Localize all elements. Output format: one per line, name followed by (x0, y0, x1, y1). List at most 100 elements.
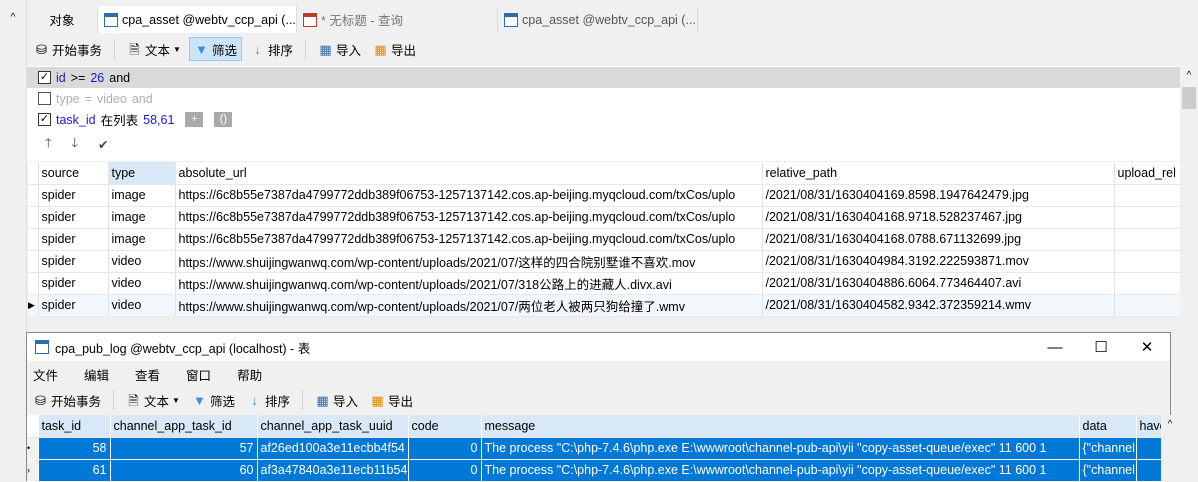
window-titlebar[interactable]: cpa_pub_log @webtv_ccp_api (localhost) -… (27, 333, 1170, 361)
begin-transaction-button[interactable]: ⛁ 开始事务 (29, 388, 105, 412)
tab-untitled-query[interactable]: * 无标题 - 查询 (297, 6, 498, 33)
import-button[interactable]: ▦ 导入 (311, 388, 362, 412)
filter-op[interactable]: = (85, 92, 92, 106)
table-cell[interactable]: 57 (110, 437, 258, 460)
column-header[interactable]: type (108, 162, 176, 185)
table-cell[interactable]: spider (38, 184, 109, 207)
row-indicator[interactable]: • (27, 437, 39, 460)
row-indicator[interactable]: › (27, 459, 39, 482)
maximize-button[interactable]: ☐ (1078, 333, 1124, 361)
table-cell[interactable]: af26ed100a3e11ecbb4f54 (257, 437, 409, 460)
table-cell[interactable]: https://6c8b55e7387da4799772ddb389f06753… (175, 206, 763, 229)
export-button[interactable]: ▦ 导出 (366, 388, 417, 412)
table-cell[interactable]: /2021/08/31/1630404168.0788.671132699.jp… (762, 228, 1115, 251)
table-row[interactable]: • 58 57 af26ed100a3e11ecbb4f54 0 The process … (27, 437, 1162, 460)
table-cell[interactable] (1114, 294, 1181, 317)
filter-field[interactable]: task_id (56, 113, 96, 127)
table-cell[interactable]: image (108, 184, 176, 207)
scroll-thumb[interactable] (1182, 87, 1196, 109)
scroll-up-icon[interactable]: ^ (1161, 419, 1179, 430)
table-cell[interactable]: https://6c8b55e7387da4799772ddb389f06753… (175, 184, 763, 207)
table-cell[interactable] (1114, 228, 1181, 251)
filter-field[interactable]: type (56, 92, 80, 106)
filter-value[interactable]: 26 (90, 71, 104, 85)
column-header[interactable]: absolute_url (175, 162, 763, 185)
table-cell[interactable]: {"channel (1079, 437, 1137, 460)
tab-cpa-asset[interactable]: cpa_asset @webtv_ccp_api (... (98, 6, 297, 33)
row-indicator[interactable] (28, 250, 39, 273)
table-cell[interactable]: 58 (38, 437, 111, 460)
table-cell[interactable]: video (108, 272, 176, 295)
column-header[interactable]: message (481, 415, 1080, 438)
tab-objects[interactable]: 对象 (27, 6, 98, 33)
sort-button[interactable]: ↓ 排序 (243, 388, 294, 412)
filter-value[interactable]: video (97, 92, 127, 106)
table-cell[interactable]: video (108, 250, 176, 273)
table-cell[interactable]: /2021/08/31/1630404984.3192.222593871.mo… (762, 250, 1115, 273)
column-header[interactable]: channel_app_task_id (110, 415, 258, 438)
checkbox-checked[interactable]: ✓ (38, 71, 51, 84)
menu-window[interactable]: 窗口 (186, 365, 211, 384)
filter-op[interactable]: 在列表 (101, 110, 139, 129)
column-header[interactable]: source (38, 162, 109, 185)
column-header[interactable]: upload_rel (1114, 162, 1181, 185)
menu-help[interactable]: 帮助 (237, 365, 262, 384)
export-button[interactable]: ▦ 导出 (369, 37, 420, 61)
table-row[interactable]: spider image https://6c8b55e7387da4799772d… (28, 184, 1181, 207)
close-button[interactable]: ✕ (1124, 333, 1170, 361)
sort-button[interactable]: ↓ 排序 (246, 37, 297, 61)
grid-scrollbar[interactable] (1180, 162, 1198, 322)
table-cell[interactable]: 0 (408, 437, 482, 460)
table-cell[interactable]: 60 (110, 459, 258, 482)
table-cell[interactable]: https://www.shuijingwanwq.com/wp-content… (175, 250, 763, 273)
table-cell[interactable]: {"channel (1079, 459, 1137, 482)
filter-button[interactable]: ▼ 筛选 (188, 37, 242, 61)
table-cell[interactable]: image (108, 228, 176, 251)
table-cell[interactable] (1114, 184, 1181, 207)
row-indicator[interactable] (28, 206, 39, 229)
table-row[interactable]: spider image https://6c8b55e7387da4799772d… (28, 206, 1181, 229)
table-cell[interactable] (1114, 250, 1181, 273)
filter-scrollbar[interactable]: ^ (1180, 66, 1198, 161)
table-row[interactable]: › 61 60 af3a47840a3e11ecb11b54 0 The process … (27, 459, 1162, 482)
table-row[interactable]: spider image https://6c8b55e7387da4799772d… (28, 228, 1181, 251)
table-cell[interactable] (1114, 206, 1181, 229)
table-cell[interactable]: https://www.shuijingwanwq.com/wp-content… (175, 294, 763, 317)
row-indicator[interactable]: ▶ (28, 294, 39, 317)
table-cell[interactable] (1136, 437, 1162, 460)
column-header[interactable]: have (1136, 415, 1162, 438)
add-group-icon[interactable]: () (214, 112, 233, 127)
collapse-icon[interactable]: ^ (0, 12, 26, 23)
menu-view[interactable]: 查看 (135, 365, 160, 384)
move-down-icon[interactable]: 🡓 (72, 134, 79, 155)
text-button[interactable]: 🗎 文本 ▼ (123, 37, 185, 61)
checkbox-checked[interactable]: ✓ (38, 113, 51, 126)
column-header[interactable]: code (408, 415, 482, 438)
filter-field[interactable]: id (56, 71, 66, 85)
tab-cpa-asset-design[interactable]: cpa_asset @webtv_ccp_api (... (498, 6, 698, 33)
column-header[interactable]: relative_path (762, 162, 1115, 185)
table-cell[interactable]: spider (38, 294, 109, 317)
table-cell[interactable]: image (108, 206, 176, 229)
filter-join[interactable]: and (132, 92, 153, 106)
table-cell[interactable]: spider (38, 206, 109, 229)
move-up-icon[interactable]: 🡑 (45, 134, 52, 155)
filter-row-type[interactable]: type = video and (27, 88, 1180, 109)
table-cell[interactable] (1114, 272, 1181, 295)
menu-file[interactable]: 文件 (33, 365, 58, 384)
menu-edit[interactable]: 编辑 (84, 365, 109, 384)
filter-value[interactable]: 58,61 (143, 113, 174, 127)
apply-icon[interactable]: ✔ (98, 137, 108, 152)
column-header[interactable]: channel_app_task_uuid (257, 415, 409, 438)
table-cell[interactable]: The process "C:\php-7.4.6\php.exe E:\www… (481, 437, 1080, 460)
filter-row-task-id[interactable]: ✓ task_id 在列表 58,61 + () (27, 109, 1180, 130)
table-cell[interactable]: https://6c8b55e7387da4799772ddb389f06753… (175, 228, 763, 251)
table-row[interactable]: spider video https://www.shuijingwanwq.com… (28, 272, 1181, 295)
minimize-button[interactable]: — (1032, 333, 1078, 361)
table-cell[interactable]: /2021/08/31/1630404582.9342.372359214.wm… (762, 294, 1115, 317)
table-cell[interactable]: spider (38, 250, 109, 273)
table-cell[interactable]: 0 (408, 459, 482, 482)
filter-op[interactable]: >= (71, 71, 86, 85)
table-cell[interactable]: spider (38, 228, 109, 251)
filter-button[interactable]: ▼ 筛选 (188, 388, 239, 412)
